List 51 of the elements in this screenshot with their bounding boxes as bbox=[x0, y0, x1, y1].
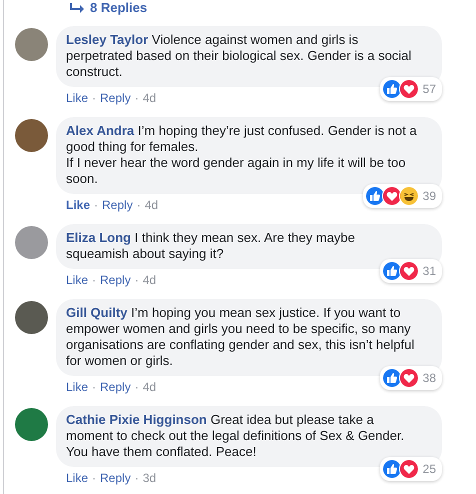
comment-time: 4d bbox=[142, 379, 156, 395]
comment-text: Eliza Long I think they mean sex. Are they maybe squeamish about saying it? bbox=[66, 230, 356, 262]
separator-dot: · bbox=[134, 90, 139, 106]
avatar-placeholder[interactable] bbox=[15, 28, 48, 61]
separator-dot: · bbox=[134, 470, 139, 486]
reaction-summary[interactable]: 39 bbox=[362, 184, 442, 208]
reaction-summary[interactable]: 38 bbox=[380, 366, 442, 390]
reply-arrow-icon bbox=[70, 3, 84, 13]
separator-dot: · bbox=[92, 470, 96, 486]
comment-text: Alex Andra I’m hoping they’re just confused. Gender is not a good thing for females. If I never hear the word gender again in my life it will be too soon. bbox=[66, 123, 418, 187]
like-link[interactable]: Like bbox=[66, 90, 88, 106]
like-link[interactable]: Like bbox=[66, 272, 88, 288]
comment-text: Lesley Taylor Violence against women and girls is perpetrated based on their biological sex. Gender is a social construct. bbox=[66, 32, 412, 80]
reaction-count: 38 bbox=[422, 371, 436, 385]
avatar-placeholder[interactable] bbox=[15, 408, 48, 441]
author-link[interactable]: Alex Andra bbox=[66, 123, 134, 138]
separator-dot: · bbox=[92, 272, 96, 288]
like-link[interactable]: Like bbox=[66, 379, 88, 395]
comment-text: Cathie Pixie Higginson Great idea but please take a moment to check out the legal definitions of Sex & Gender. You have them conflated. Peace! bbox=[66, 412, 406, 460]
avatar-placeholder[interactable] bbox=[15, 119, 48, 152]
comment-text: Gill Quilty I’m hoping you mean sex justice. If you want to empower women and girls you need to be specific, so many organisations are conflating gender and sex, this isn’t helpful for women or girls. bbox=[66, 305, 416, 369]
author-link[interactable]: Eliza Long bbox=[66, 230, 131, 245]
replies-link[interactable]: 8 Replies bbox=[70, 1, 148, 15]
reaction-count: 39 bbox=[422, 189, 436, 203]
comment-time: 3d bbox=[142, 470, 156, 486]
author-link[interactable]: Lesley Taylor bbox=[66, 32, 148, 47]
separator-dot: · bbox=[92, 379, 96, 395]
reaction-summary[interactable]: 31 bbox=[380, 259, 442, 283]
reaction-count: 31 bbox=[422, 264, 436, 278]
comment-time: 4d bbox=[142, 90, 156, 106]
avatar-placeholder[interactable] bbox=[15, 301, 48, 334]
reply-link[interactable]: Reply bbox=[100, 470, 131, 486]
like-link[interactable]: Like bbox=[66, 197, 90, 213]
reply-link[interactable]: Reply bbox=[102, 197, 133, 213]
separator-dot: · bbox=[134, 272, 139, 288]
author-link[interactable]: Gill Quilty bbox=[66, 305, 128, 320]
author-link[interactable]: Cathie Pixie Higginson bbox=[66, 412, 207, 427]
separator-dot: · bbox=[134, 379, 139, 395]
reaction-count: 25 bbox=[422, 462, 436, 476]
like-link[interactable]: Like bbox=[66, 470, 88, 486]
reply-link[interactable]: Reply bbox=[100, 90, 131, 106]
comment-time: 4d bbox=[142, 272, 156, 288]
reaction-count: 57 bbox=[422, 82, 436, 96]
reply-link[interactable]: Reply bbox=[100, 379, 131, 395]
reaction-summary[interactable]: 25 bbox=[380, 457, 442, 481]
separator-dot: · bbox=[136, 197, 141, 213]
reaction-summary[interactable]: 57 bbox=[380, 77, 442, 101]
separator-dot: · bbox=[94, 197, 98, 213]
reply-link[interactable]: Reply bbox=[100, 272, 131, 288]
separator-dot: · bbox=[92, 90, 96, 106]
comment-time: 4d bbox=[144, 197, 158, 213]
